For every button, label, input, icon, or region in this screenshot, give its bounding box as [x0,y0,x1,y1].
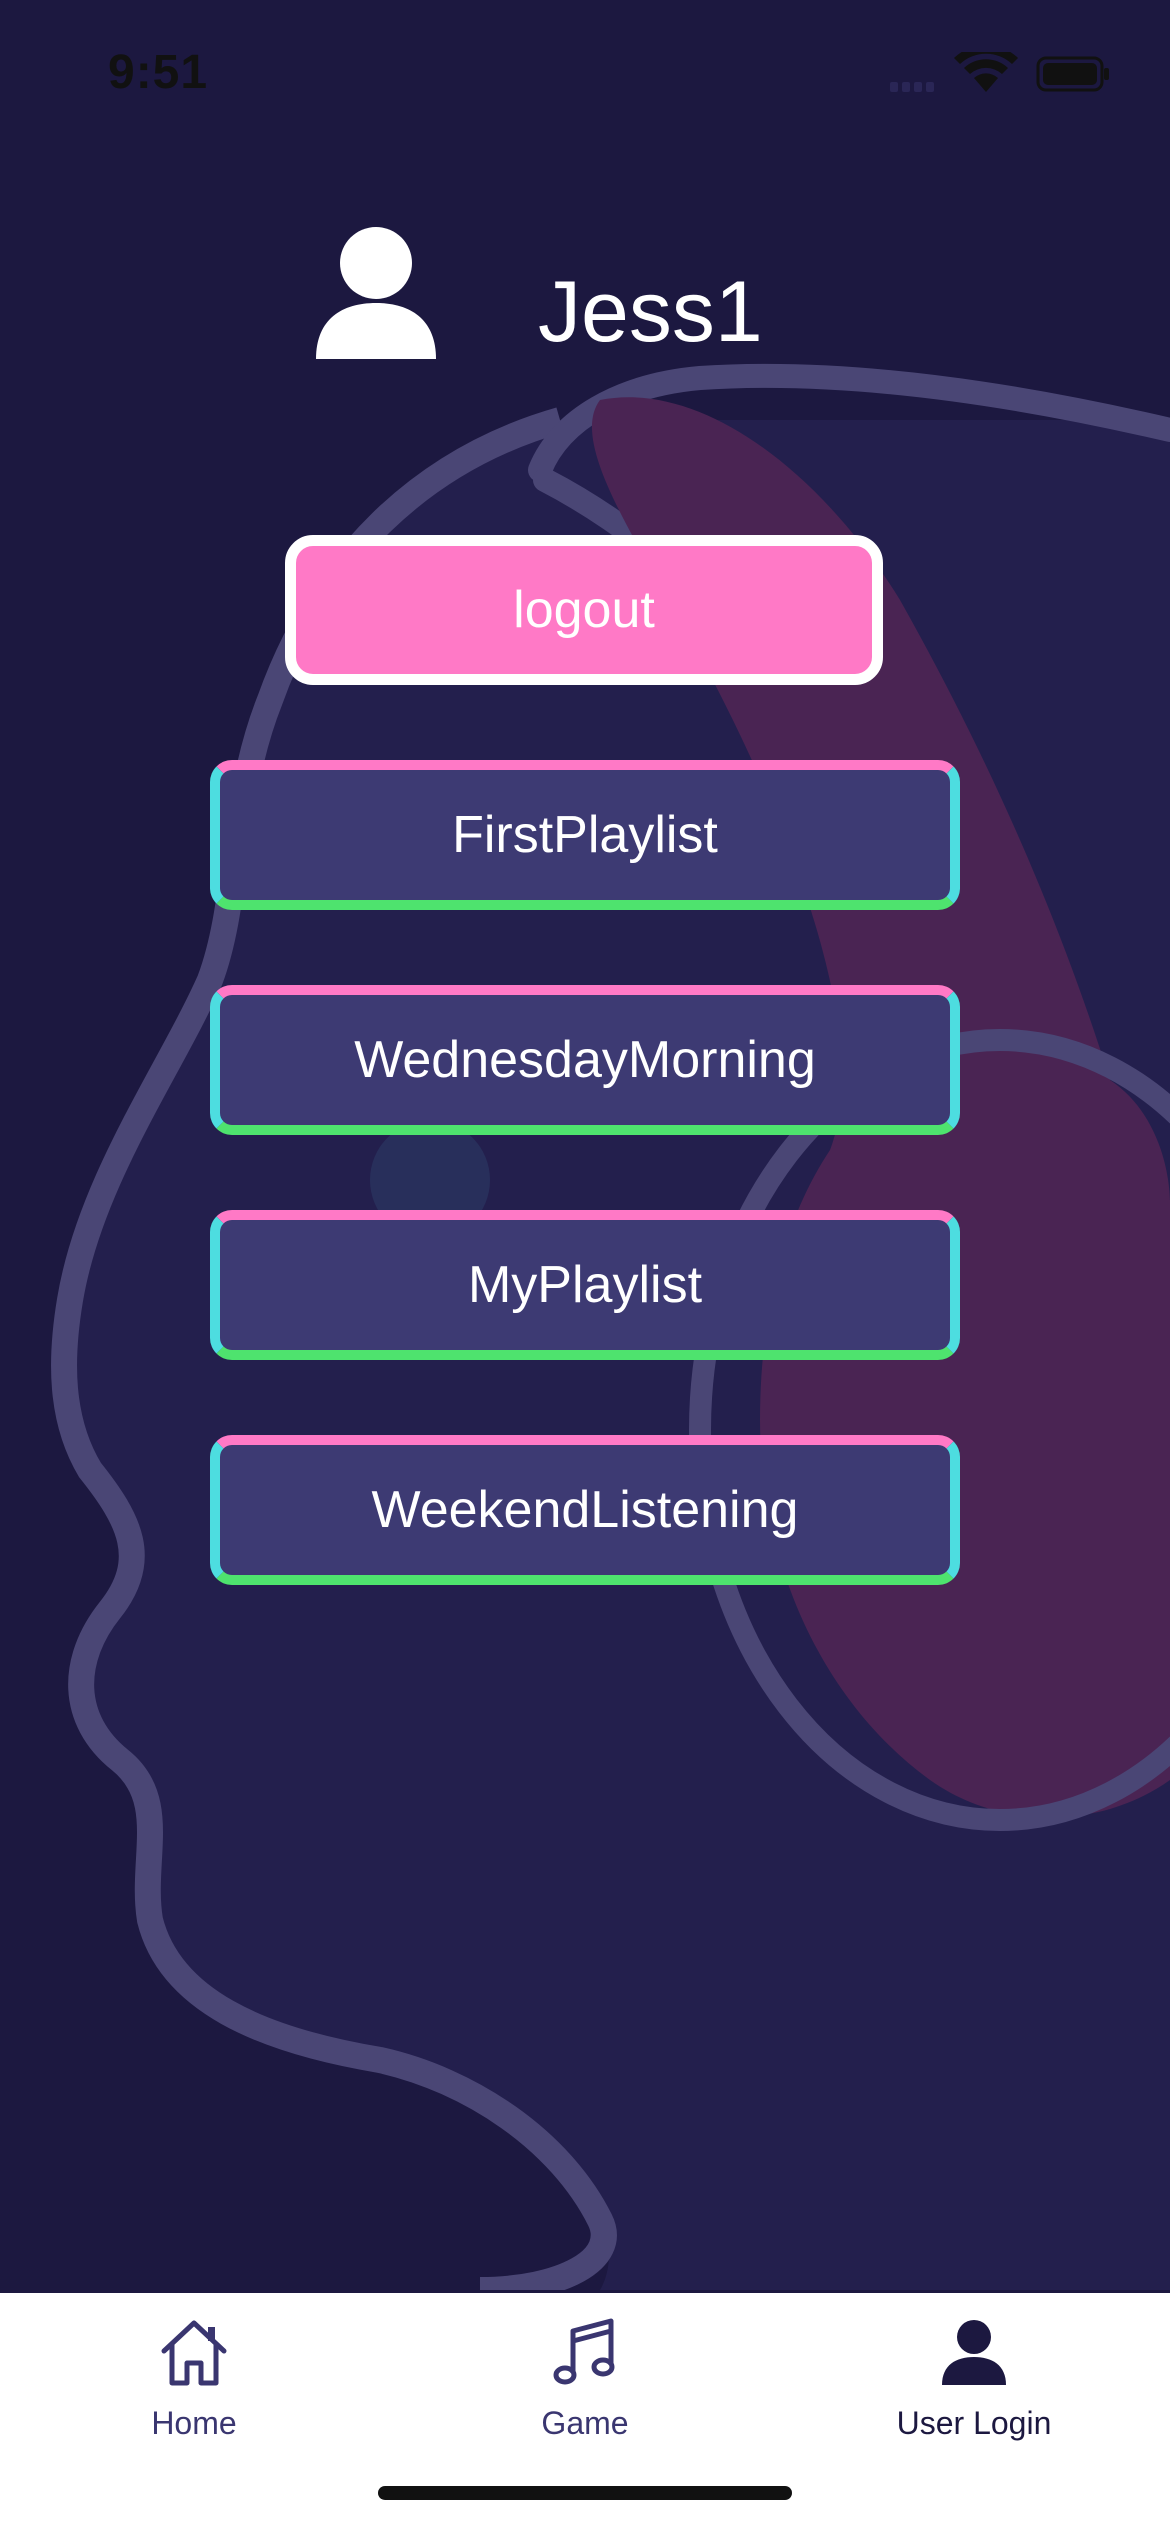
tab-home[interactable]: Home [44,2313,344,2463]
playlist-label: WeekendListening [371,1481,799,1539]
playlist-label: WednesdayMorning [354,1031,816,1089]
playlist-button[interactable]: FirstPlaylist [210,760,960,910]
status-time: 9:51 [108,46,209,99]
home-indicator [378,2486,792,2500]
tab-label: Game [541,2405,629,2441]
tab-label: Home [151,2405,237,2441]
logout-label: logout [513,581,655,639]
home-icon [161,2320,227,2386]
playlist-label: FirstPlaylist [452,806,718,864]
music-note-icon [553,2318,615,2385]
profile-header: Jess1 [0,215,1170,375]
tab-game[interactable]: Game [435,2313,735,2463]
status-bar: 9:51 [0,0,1170,150]
signal-icon [890,82,934,92]
user-icon [316,227,436,359]
playlist-button[interactable]: WednesdayMorning [210,985,960,1135]
user-icon [942,2320,1006,2385]
tab-label: User Login [896,2405,1052,2441]
playlist-button[interactable]: MyPlaylist [210,1210,960,1360]
wifi-icon [954,52,1018,92]
playlist-label: MyPlaylist [467,1256,703,1314]
battery-icon [1036,56,1109,92]
status-icons [890,52,1109,92]
logout-button[interactable]: logout [285,535,883,685]
playlist-button[interactable]: WeekendListening [210,1435,960,1585]
tab-user-login[interactable]: User Login [824,2313,1124,2463]
username: Jess1 [538,264,763,360]
